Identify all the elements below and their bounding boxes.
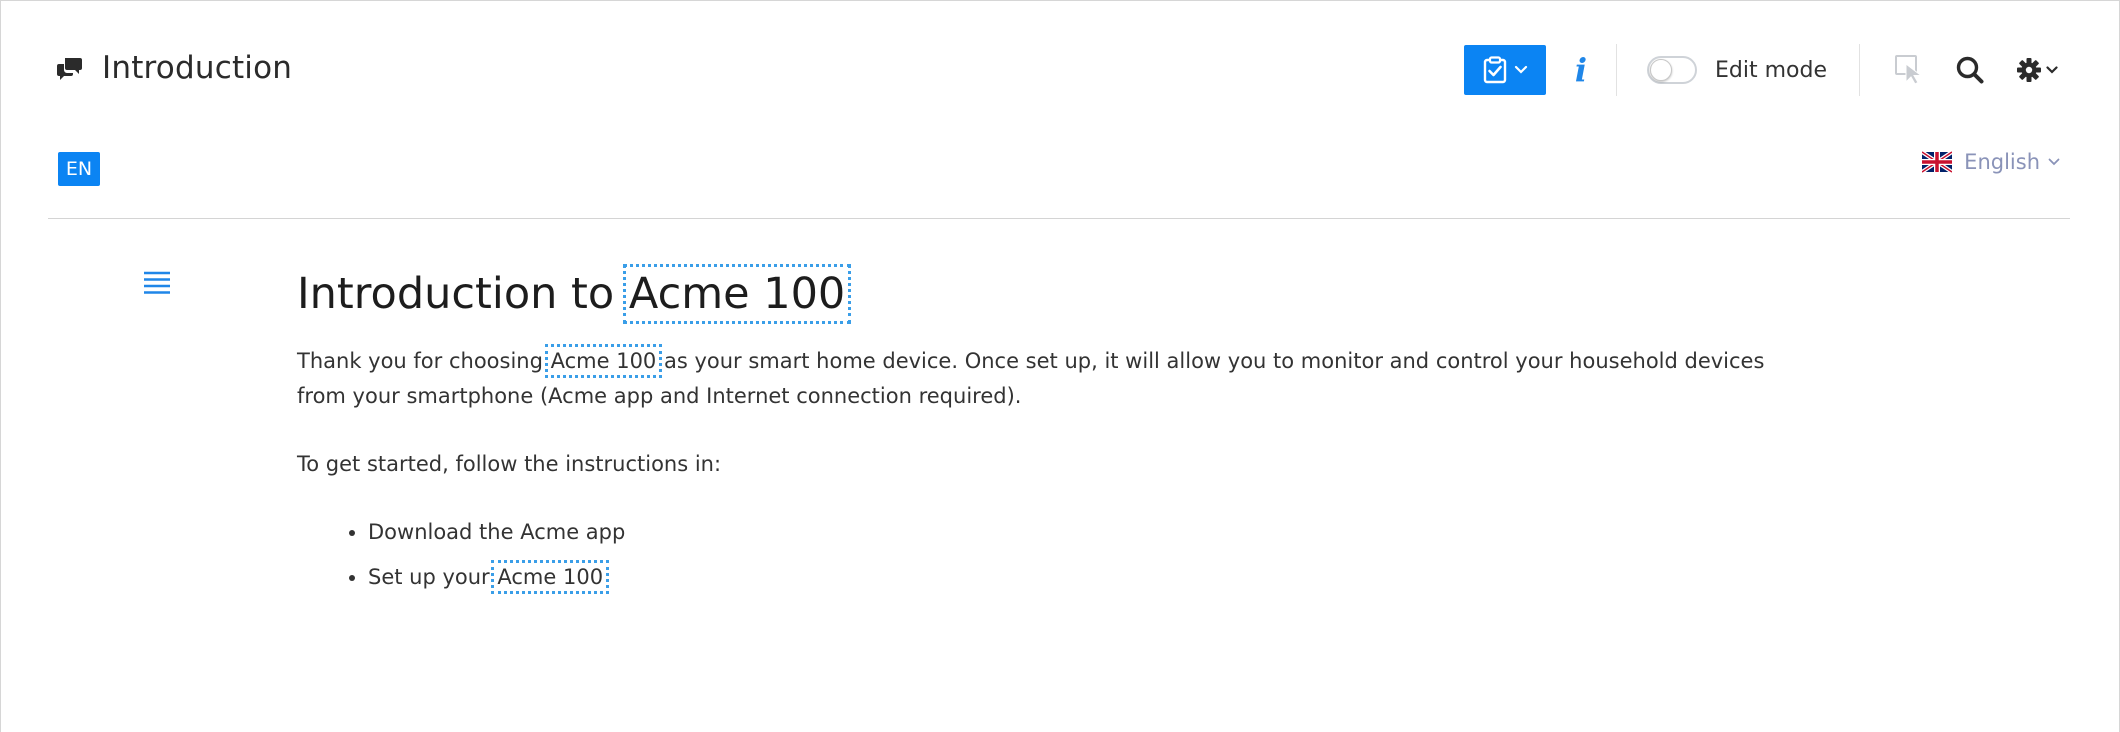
chevron-down-icon [2046,65,2058,74]
search-icon [1956,56,1984,84]
toolbar-divider [1859,44,1860,96]
edit-mode-toggle[interactable] [1647,56,1697,84]
list-item-text: Set up your [368,565,497,589]
toolbar-divider [1616,44,1617,96]
instructions-list: Download the Acme app Set up your Acme 1… [368,515,1767,595]
header-divider [48,218,2070,219]
product-variable[interactable]: Acme 100 [622,264,852,324]
list-item: Set up your Acme 100 [368,560,1767,595]
edit-mode-label: Edit mode [1715,57,1827,83]
title-area: Introduction [56,50,292,86]
article-heading: Introduction to Acme 100 [297,264,1767,324]
language-label: English [1964,150,2040,174]
product-variable[interactable]: Acme 100 [491,560,610,594]
cursor-pointer-button[interactable] [1892,50,1926,90]
header: Introduction i Edit mode [0,0,2120,140]
search-button[interactable] [1950,50,1990,90]
language-selector[interactable]: English [1922,150,2060,174]
toggle-knob [1650,59,1672,81]
toc-button[interactable] [142,268,172,298]
cursor-pointer-icon [1895,55,1923,85]
toolbar: i Edit mode [1464,44,2064,96]
article-content: Introduction to Acme 100 Thank you for c… [297,264,1767,605]
intro-paragraph: Thank you for choosing Acme 100 as your … [297,344,1767,414]
heading-text: Introduction to [297,269,628,319]
page-title: Introduction [102,50,293,86]
instructions-paragraph: To get started, follow the instructions … [297,452,722,476]
list-item: Download the Acme app [368,515,1767,550]
paragraph-text: Thank you for choosing [297,349,550,373]
list-lines-icon [144,271,170,294]
settings-dropdown-button[interactable] [2010,50,2064,90]
tasks-dropdown-button[interactable] [1464,45,1546,95]
product-variable[interactable]: Acme 100 [544,344,663,378]
uk-flag-icon [1922,151,1953,173]
info-icon[interactable]: i [1564,45,1598,95]
clipboard-check-icon [1483,56,1507,84]
language-badge: EN [58,152,100,186]
chevron-down-icon [1514,65,1528,74]
chat-bubbles-icon [57,58,82,80]
gear-icon [2017,58,2041,82]
chevron-down-icon [2048,158,2060,165]
